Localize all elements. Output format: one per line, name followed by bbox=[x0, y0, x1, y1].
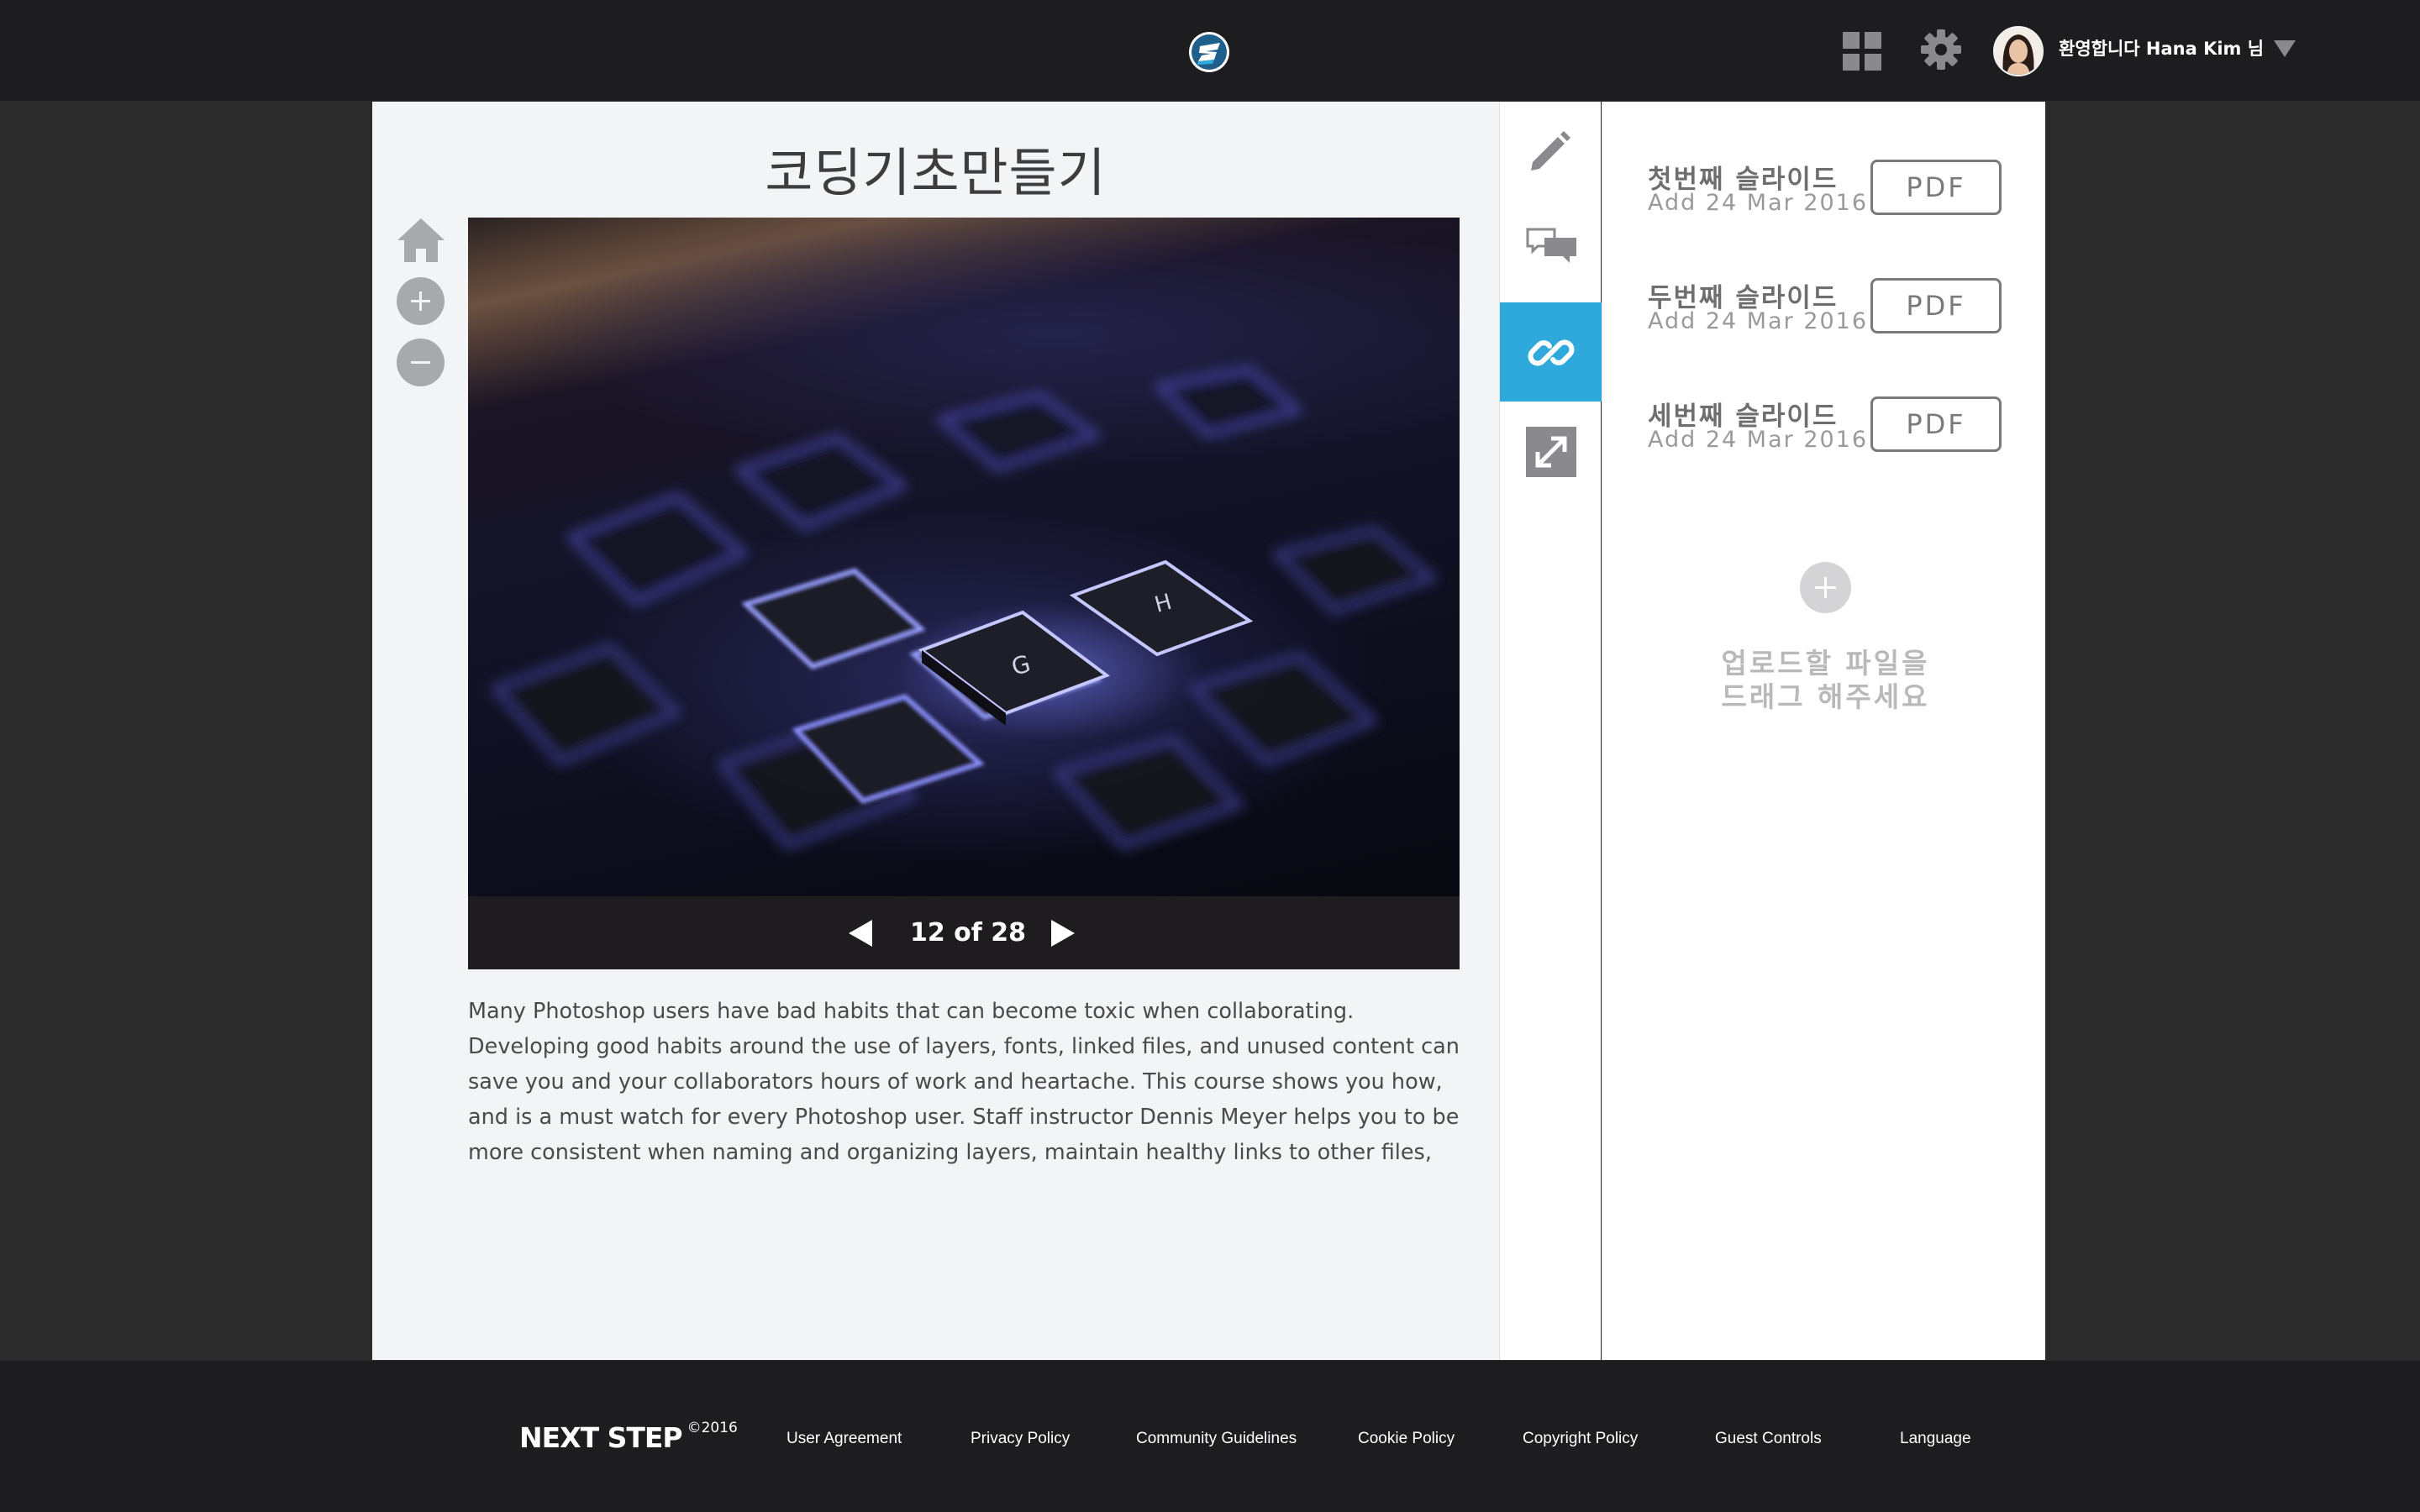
pdf-button[interactable]: PDF bbox=[1870, 160, 2002, 215]
footer-link-privacy-policy[interactable]: Privacy Policy bbox=[971, 1430, 1070, 1448]
top-bar: 환영합니다 Hana Kim 님 bbox=[0, 0, 2420, 101]
avatar[interactable] bbox=[1993, 26, 2044, 76]
pencil-icon bbox=[1531, 131, 1570, 171]
footer: NEXT STEP ©2016 User Agreement Privacy Po… bbox=[0, 1361, 2420, 1512]
footer-link-guest-controls[interactable]: Guest Controls bbox=[1715, 1430, 1822, 1448]
edit-tool-button[interactable] bbox=[1500, 102, 1602, 201]
pdf-button[interactable]: PDF bbox=[1870, 278, 2002, 333]
previous-slide-button[interactable] bbox=[849, 920, 872, 947]
gear-icon[interactable] bbox=[1920, 29, 1962, 71]
pdf-button[interactable]: PDF bbox=[1870, 396, 2002, 452]
fullscreen-tool-button[interactable] bbox=[1500, 402, 1602, 501]
footer-link-community-guidelines[interactable]: Community Guidelines bbox=[1136, 1430, 1297, 1448]
welcome-text: 환영합니다 Hana Kim 님 bbox=[2059, 39, 2265, 59]
list-item: 두번째 슬라이드 Add 24 Mar 2016 PDF bbox=[1648, 276, 2009, 344]
slide-date: Add 24 Mar 2016 bbox=[1648, 308, 1869, 334]
next-slide-button[interactable] bbox=[1051, 920, 1075, 947]
chevron-down-icon[interactable] bbox=[2274, 40, 2296, 57]
logo-icon[interactable] bbox=[1189, 32, 1229, 72]
upload-drop-hint[interactable]: 업로드할 파일을 드래그 해주세요 bbox=[1660, 647, 1991, 714]
home-icon[interactable] bbox=[396, 217, 446, 264]
comment-tool-button[interactable] bbox=[1500, 201, 1602, 300]
slide-image: G H bbox=[468, 218, 1460, 896]
add-file-button[interactable] bbox=[1800, 562, 1851, 613]
zoom-in-button[interactable] bbox=[397, 277, 445, 325]
link-icon bbox=[1528, 339, 1575, 366]
slide-date: Add 24 Mar 2016 bbox=[1648, 427, 1869, 453]
chat-bubbles-icon bbox=[1526, 228, 1576, 263]
list-item: 세번째 슬라이드 Add 24 Mar 2016 PDF bbox=[1648, 395, 2009, 462]
footer-link-cookie-policy[interactable]: Cookie Policy bbox=[1358, 1430, 1455, 1448]
link-tool-button[interactable] bbox=[1500, 302, 1602, 402]
footer-brand: NEXT STEP ©2016 bbox=[519, 1420, 738, 1454]
brand-year: ©2016 bbox=[687, 1420, 738, 1436]
footer-link-language[interactable]: Language bbox=[1900, 1430, 1971, 1448]
zoom-out-button[interactable] bbox=[397, 339, 445, 386]
slide-date: Add 24 Mar 2016 bbox=[1648, 190, 1869, 216]
grid-icon[interactable] bbox=[1843, 32, 1881, 71]
list-item: 첫번째 슬라이드 Add 24 Mar 2016 PDF bbox=[1648, 158, 2009, 225]
tool-rail bbox=[1499, 102, 1602, 1360]
footer-link-user-agreement[interactable]: User Agreement bbox=[786, 1430, 902, 1448]
page-title: 코딩기초만들기 bbox=[765, 142, 1107, 203]
expand-icon bbox=[1526, 427, 1576, 477]
slide-description: Many Photoshop users have bad habits tha… bbox=[468, 999, 1460, 1165]
footer-link-copyright-policy[interactable]: Copyright Policy bbox=[1523, 1430, 1638, 1448]
slide-navigation-bar: 12 of 28 bbox=[468, 896, 1460, 969]
brand-name: NEXT STEP bbox=[519, 1421, 683, 1454]
slide-viewer: G H 12 of 28 bbox=[468, 218, 1460, 969]
page-counter: 12 of 28 bbox=[909, 918, 1027, 948]
